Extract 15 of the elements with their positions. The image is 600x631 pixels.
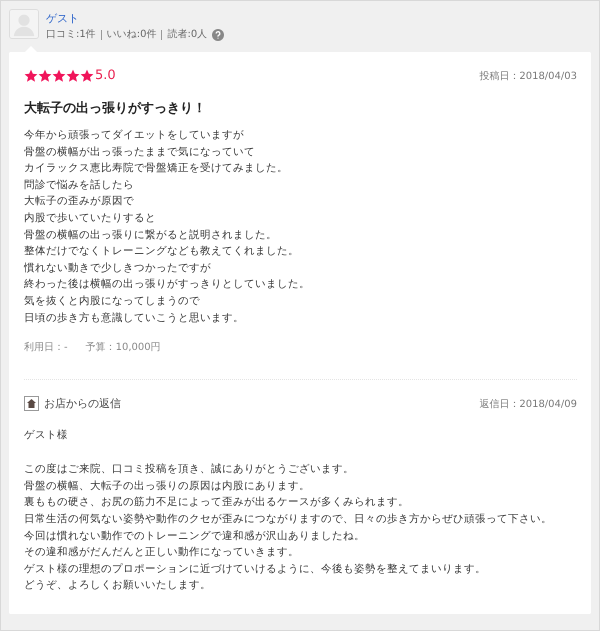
post-date: 投稿日：2018/04/03	[479, 70, 577, 82]
budget: 予算：10,000円	[86, 341, 161, 354]
visit-date: 利用日：-	[24, 340, 68, 354]
user-stat: 口コミ:1件	[46, 30, 97, 40]
review-text: 今年から頑張ってダイエットをしていますが 骨盤の横幅が出っ張ったままで気になっていて カイラックス恵比寿院で骨盤矯正を受けてみました。 問診で悩みを話したら 大転子の歪みが原因で 内股で歩いていたりすると 骨盤の横幅の出っ張りに繋がると説明されました。 整体だけでなくトレーニングなども教えてくれました。 慣れない動きで少しきつかったですが 終わった後は横幅の出っ張りがすっきりとしていました。 気を抜くと内股になってしまうので 日頃の歩き方も意識していこうと思います。	[24, 128, 311, 326]
reply-label: お店からの返信	[44, 396, 121, 412]
user-stat: いいね:0件	[100, 30, 162, 40]
reply-date: 返信日：2018/04/09	[479, 398, 577, 411]
house-icon	[24, 396, 39, 412]
reply-text: この度はご来院、口コミ投稿を頂き、誠にありがとうございます。 骨盤の横幅、大転子の出っ張りの原因は内股にあります。 裏ももの硬さ、お尻の筋力不足によって歪みが出るケースが多くみられます。 日常生活の何気ない姿勢や動作のクセが歪みにつながりますので、日々の歩き方からぜひ頑張って下さい。 今回は慣れない動作でのトレーニングで違和感が沢山ありましたね。 その違和感がだんだんと正しい動作になっていきます。 ゲスト様の理想のプロポーションに近づけていけるように、今後も姿勢を整えてまいります。 どうぞ、よろしくお願いいたします。	[24, 462, 553, 594]
review-title: 大転子の出っ張りがすっきり！	[24, 100, 207, 117]
rating-score: 5.0	[95, 68, 116, 83]
user-name[interactable]: ゲスト	[46, 11, 224, 26]
reply-greeting: ゲスト様	[24, 428, 69, 442]
help-icon[interactable]	[212, 29, 224, 41]
